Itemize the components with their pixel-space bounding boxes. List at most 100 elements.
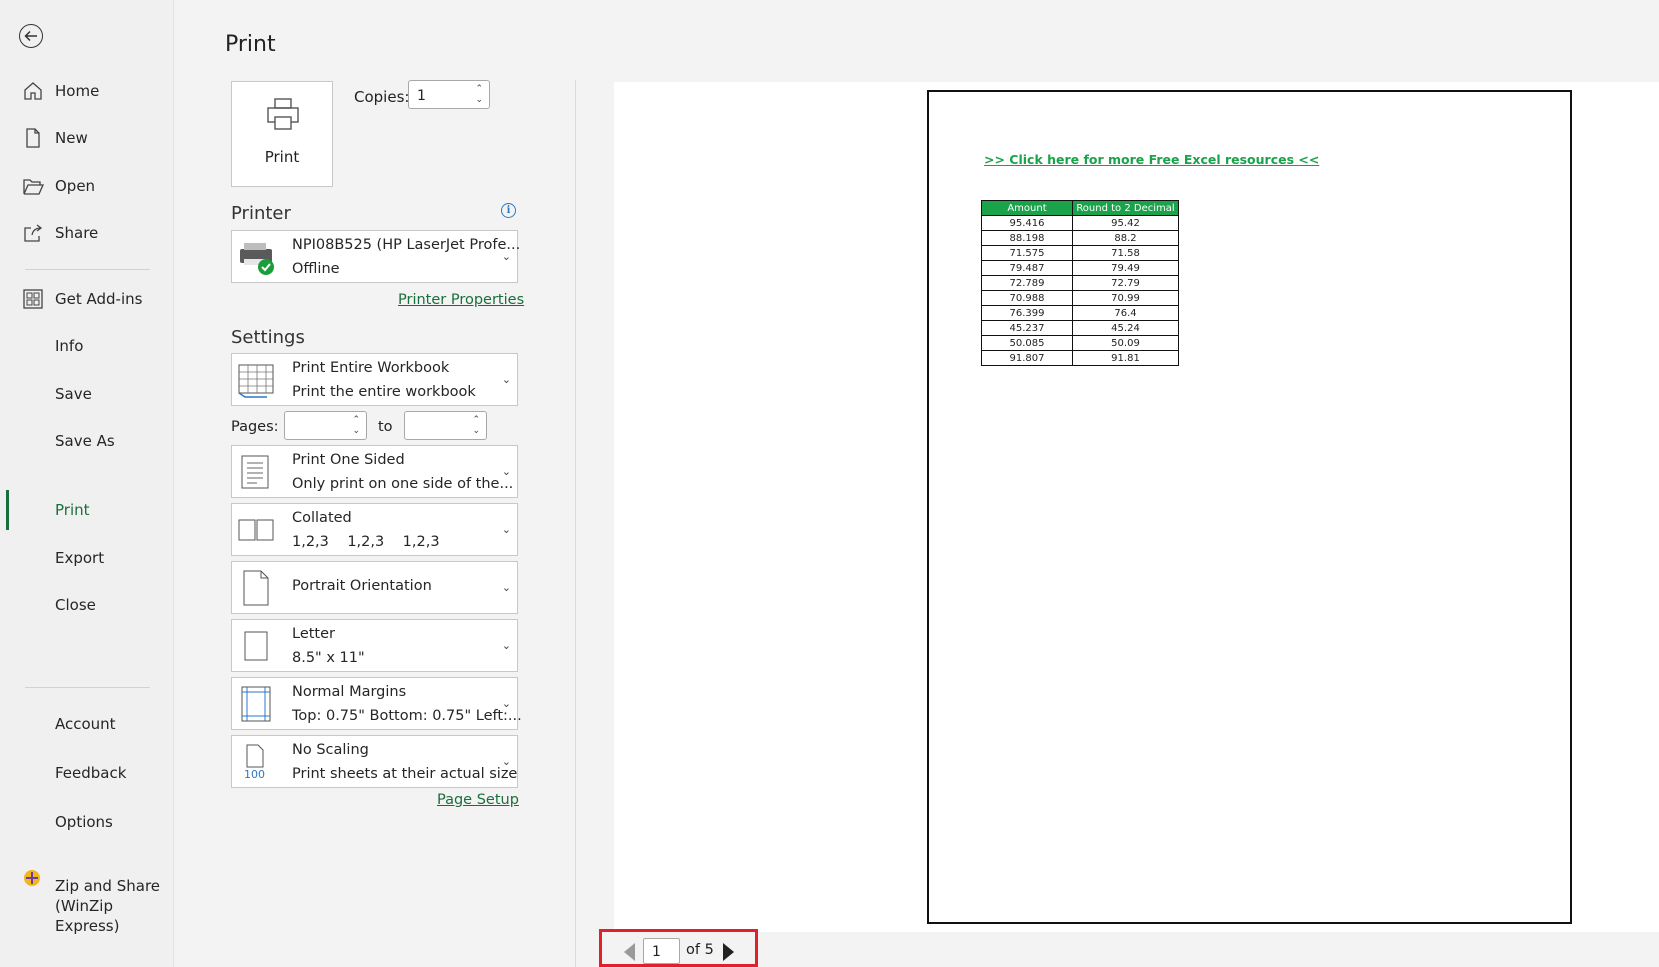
nav-label: Save [55,385,92,403]
printer-status: Offline [292,261,340,277]
scaling-icon: 100 [244,744,265,780]
excel-resources-link[interactable]: >> Click here for more Free Excel resour… [984,152,1319,167]
copies-label: Copies: [354,88,410,106]
chevron-down-icon: ⌄ [501,755,511,768]
back-arrow-icon[interactable] [19,24,43,48]
table-cell: 91.807 [981,350,1073,366]
nav-save[interactable]: Save [0,374,173,414]
table-row: 88.198 88.2 [981,230,1179,246]
nav-label: Get Add-ins [55,290,143,308]
table-cell: 71.58 [1072,245,1179,261]
table-row: 45.237 45.24 [981,320,1179,336]
nav-print[interactable]: Print [0,490,173,530]
paper-size-desc: 8.5" x 11" [292,650,365,666]
page-navigator: 1 of 5 [599,929,758,967]
chevron-down-icon: ⌄ [501,697,511,710]
settings-heading: Settings [231,327,305,348]
nav-new[interactable]: New [0,118,173,158]
nav-options[interactable]: Options [0,802,173,842]
previous-page-icon[interactable] [624,943,635,961]
page-setup-link[interactable]: Page Setup [437,792,519,808]
current-page-value: 1 [652,944,661,960]
printer-dropdown[interactable]: NPI08B525 (HP LaserJet Profe... Offline … [231,230,521,283]
table-cell: 71.575 [981,245,1073,261]
nav-winzip-express[interactable]: Zip and Share (WinZip Express) [55,876,165,936]
nav-label: Home [55,82,100,100]
table-cell: 76.4 [1072,305,1179,321]
nav-home[interactable]: Home [0,71,173,111]
table-cell: 72.789 [981,275,1073,291]
preview-page: >> Click here for more Free Excel resour… [927,90,1572,924]
paper-size-dropdown[interactable]: Letter 8.5" x 11" ⌄ [231,619,518,672]
collate-dropdown[interactable]: Collated 1,2,3 1,2,3 1,2,3 ⌄ [231,503,518,556]
info-icon[interactable]: i [501,203,516,218]
printer-name: NPI08B525 (HP LaserJet Profe... [292,237,521,253]
scaling-title: No Scaling [292,742,369,758]
nav-label: Close [55,596,96,614]
paper-size-title: Letter [292,626,335,642]
margins-dropdown[interactable]: Normal Margins Top: 0.75" Bottom: 0.75" … [231,677,522,730]
portrait-page-icon [243,570,269,606]
page-title: Print [225,32,276,57]
spinner-arrows-icon[interactable]: ⌃ ⌄ [472,415,480,437]
margins-desc: Top: 0.75" Bottom: 0.75" Left:... [292,708,522,724]
table-cell: 79.49 [1072,260,1179,276]
new-file-icon [26,128,40,148]
collated-pages-icon [238,519,274,541]
table-cell: 88.198 [981,230,1073,246]
table-cell: 72.79 [1072,275,1179,291]
table-row: 76.399 76.4 [981,305,1179,321]
nav-label: Feedback [55,764,127,782]
home-icon [24,82,42,100]
nav-feedback[interactable]: Feedback [0,753,173,793]
column-header: Round to 2 Decimal [1072,200,1179,216]
spinner-arrows-icon[interactable]: ⌃ ⌄ [475,84,483,106]
chevron-down-icon: ⌄ [501,373,511,386]
nav-open[interactable]: Open [0,166,173,206]
pane-divider [575,80,576,967]
nav-close[interactable]: Close [0,585,173,625]
spinner-arrows-icon[interactable]: ⌃ ⌄ [352,415,360,437]
next-page-icon[interactable] [723,943,734,961]
table-cell: 70.988 [981,290,1073,306]
sided-desc: Only print on one side of the... [292,476,514,492]
paper-size-icon [244,631,268,661]
nav-label: Print [55,501,90,519]
nav-label: Options [55,813,113,831]
pages-label: Pages: [231,419,279,435]
nav-label: Export [55,549,105,567]
copies-spinner[interactable]: 1 ⌃ ⌄ [408,80,490,109]
printer-heading: Printer [231,203,291,224]
printer-properties-link[interactable]: Printer Properties [398,292,524,308]
print-what-dropdown[interactable]: Print Entire Workbook Print the entire w… [231,353,518,406]
current-page-input[interactable]: 1 [643,938,680,964]
table-cell: 70.99 [1072,290,1179,306]
nav-info[interactable]: Info [0,326,173,366]
nav-get-add-ins[interactable]: Get Add-ins [0,279,173,319]
table-cell: 50.09 [1072,335,1179,351]
margins-icon [241,686,271,722]
chevron-down-icon: ⌄ [501,523,511,536]
pages-to-spinner[interactable]: ⌃ ⌄ [404,411,487,440]
nav-label: Save As [55,432,115,450]
scaling-icon-text: 100 [244,768,265,780]
scaling-desc: Print sheets at their actual size [292,766,518,782]
nav-export[interactable]: Export [0,538,173,578]
nav-account[interactable]: Account [0,704,173,744]
chevron-down-icon: ⌄ [501,581,511,594]
table-cell: 45.24 [1072,320,1179,336]
sided-dropdown[interactable]: Print One Sided Only print on one side o… [231,445,518,498]
orientation-dropdown[interactable]: Portrait Orientation ⌄ [231,561,518,614]
add-ins-grid-icon [23,289,43,309]
pages-from-spinner[interactable]: ⌃ ⌄ [284,411,367,440]
table-row: 95.416 95.42 [981,215,1179,231]
nav-divider [25,687,150,688]
margins-title: Normal Margins [292,684,407,700]
nav-save-as[interactable]: Save As [0,421,173,461]
table-cell: 88.2 [1072,230,1179,246]
nav-share[interactable]: Share [0,213,173,253]
page-count: of 5 [686,942,714,958]
column-header: Amount [981,200,1073,216]
print-button[interactable]: Print [231,81,333,187]
scaling-dropdown[interactable]: 100 No Scaling Print sheets at their act… [231,735,518,788]
